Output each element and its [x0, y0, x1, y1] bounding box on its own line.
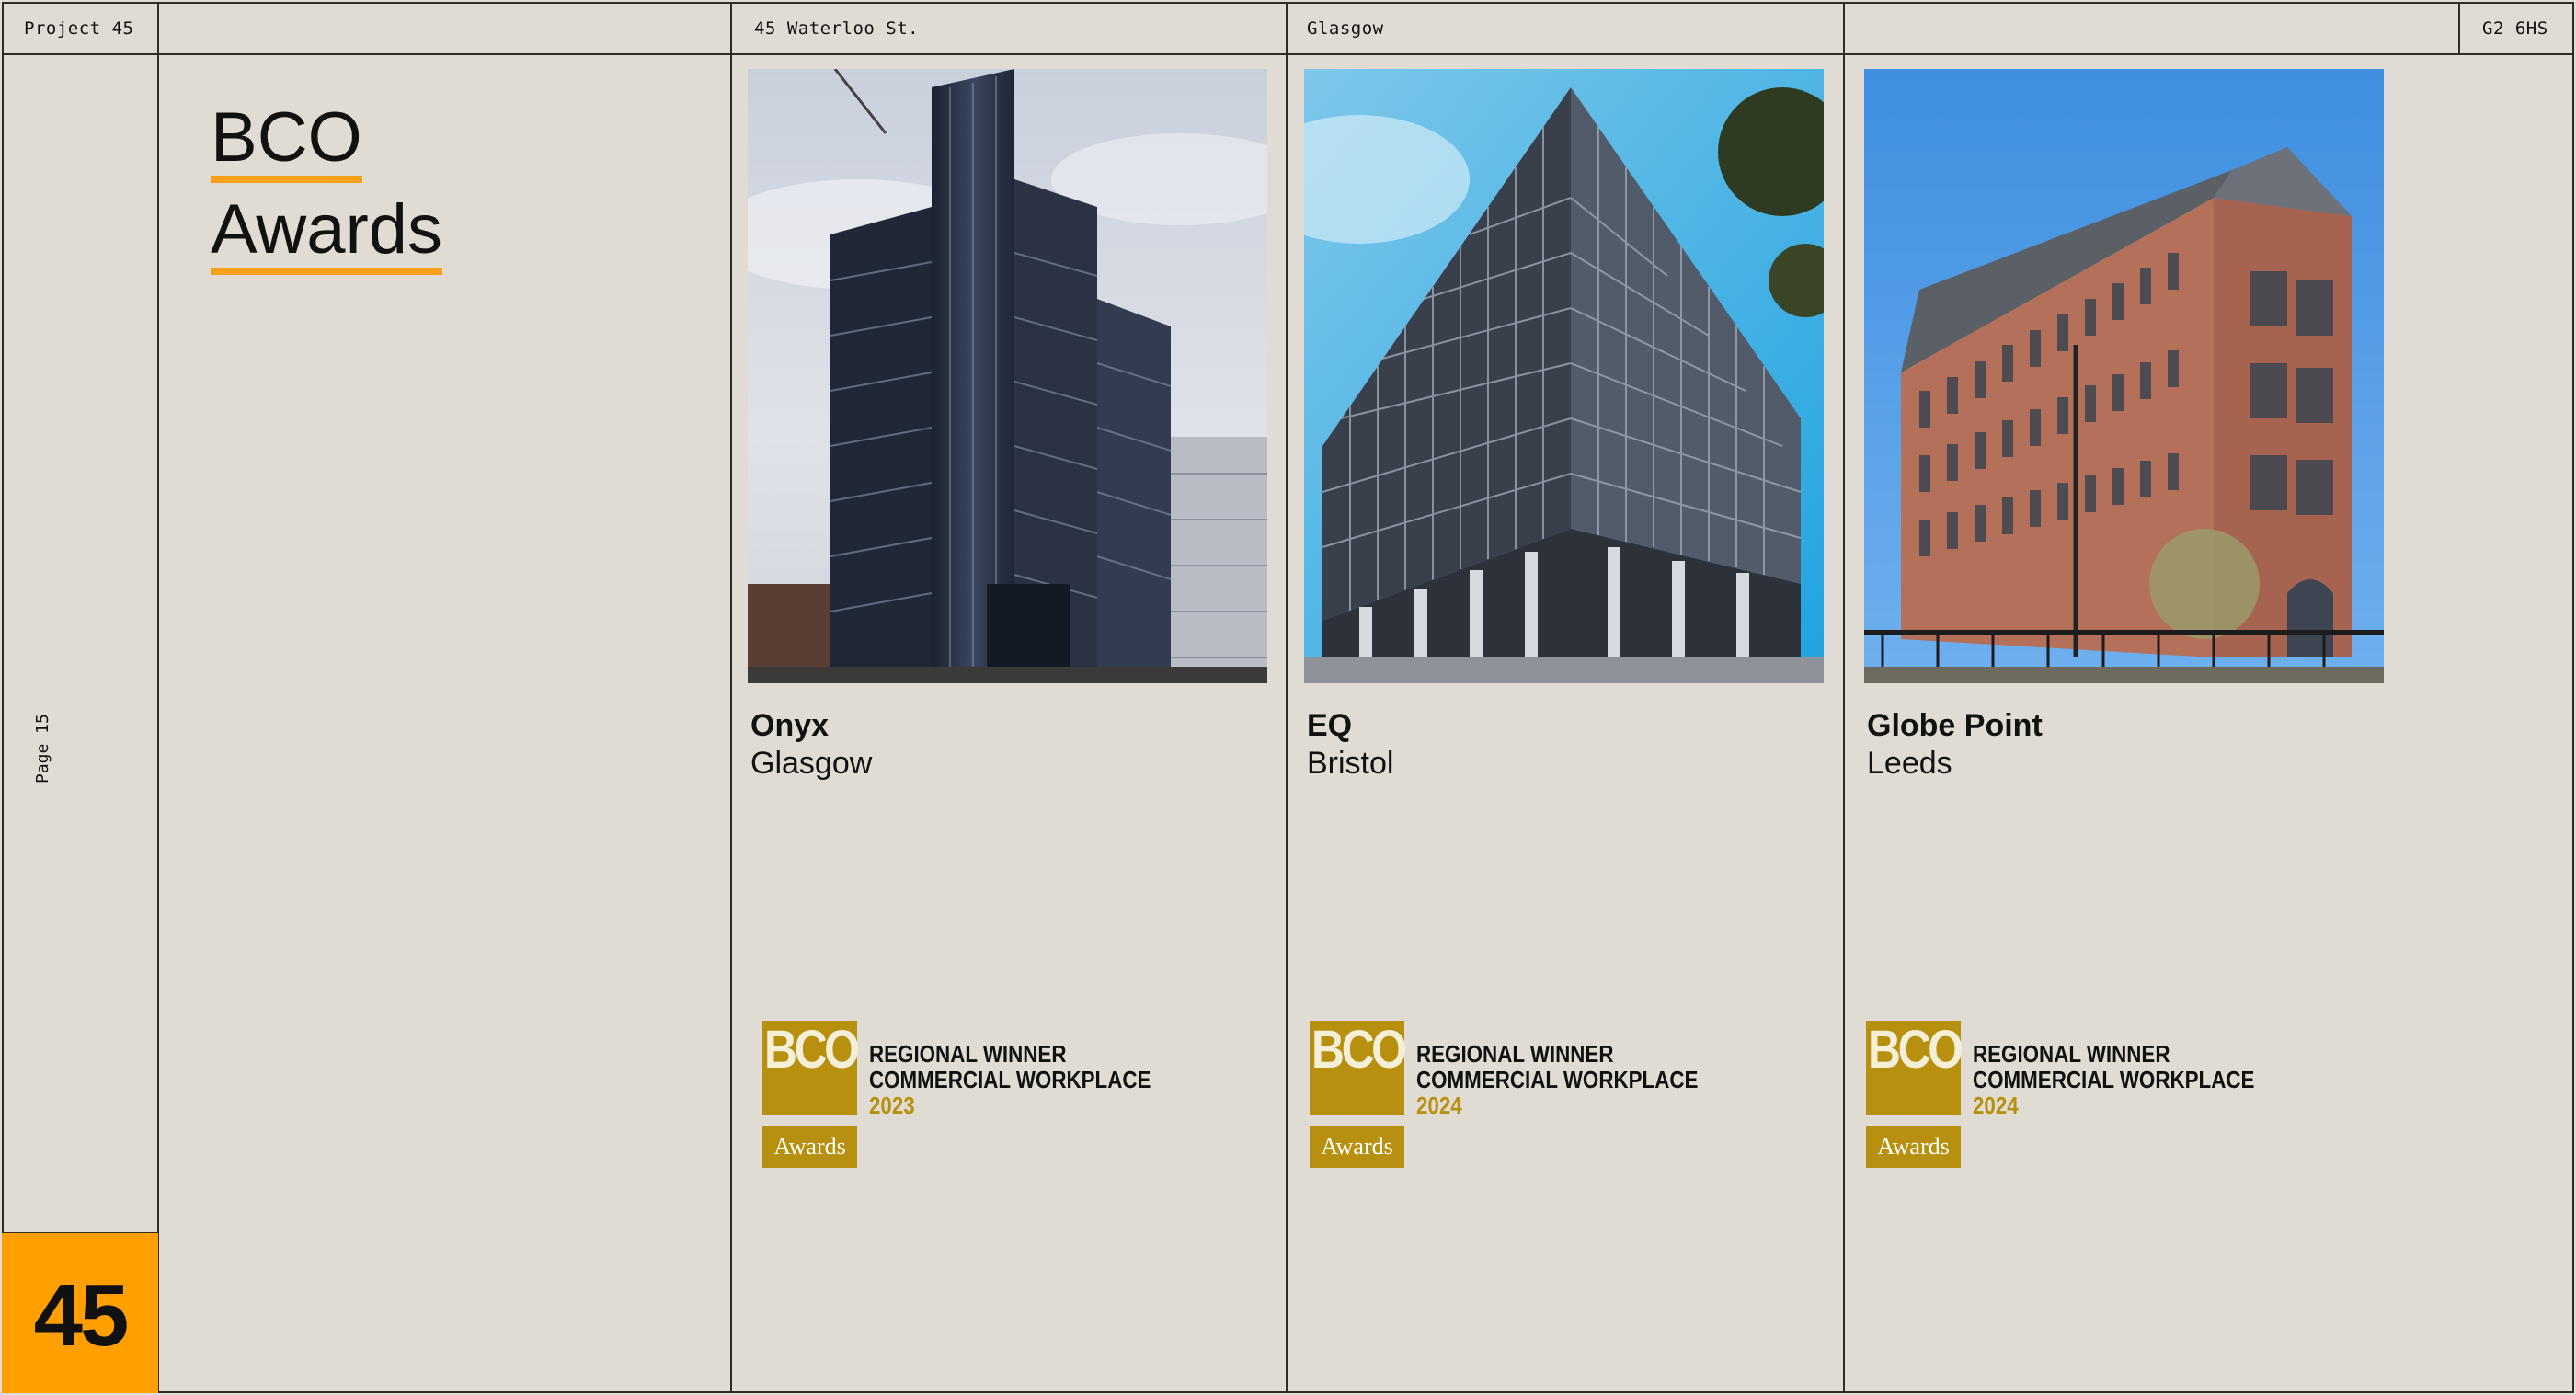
header-city: Glasgow — [1307, 18, 1384, 39]
project-name: Globe Point — [1867, 708, 2043, 743]
column-rule-4 — [1843, 2, 1845, 1393]
awards-label: Awards — [762, 1126, 857, 1168]
award-text: REGIONAL WINNER COMMERCIAL WORKPLACE 202… — [1416, 1040, 1699, 1119]
award-badge-onyx: BCO REGIONAL WINNER COMMERCIAL WORKPLACE… — [762, 1021, 1167, 1170]
project-card-eq: EQ Bristol — [1304, 69, 1824, 783]
header-address: 45 Waterloo St. — [754, 18, 920, 39]
project-photo-eq — [1304, 69, 1824, 683]
project-photo-onyx — [748, 69, 1267, 683]
column-rule-1 — [157, 2, 159, 1393]
bco-logo: BCO — [762, 1021, 860, 1115]
column-rule-3 — [1286, 2, 1288, 1393]
project-name: Onyx — [750, 708, 830, 743]
column-rule-5 — [2458, 2, 2460, 55]
award-year: 2023 — [869, 1092, 915, 1119]
column-rule-2 — [730, 2, 732, 1393]
award-badge-globe-point: BCO REGIONAL WINNER COMMERCIAL WORKPLACE… — [1866, 1021, 2271, 1170]
award-year: 2024 — [1416, 1092, 1462, 1119]
award-year: 2024 — [1973, 1092, 2019, 1119]
project-city: Leeds — [1867, 746, 1952, 781]
awards-label: Awards — [1310, 1126, 1404, 1168]
section-title-line1: BCO — [211, 92, 362, 184]
header-project: Project 45 — [24, 18, 134, 39]
section-title-line2: Awards — [211, 184, 443, 276]
building-photo — [1864, 69, 2384, 683]
project-card-globe-point: Globe Point Leeds — [1864, 69, 2384, 783]
project-photo-globe-point — [1864, 69, 2384, 683]
project-city: Glasgow — [750, 746, 873, 781]
award-text: REGIONAL WINNER COMMERCIAL WORKPLACE 202… — [869, 1040, 1151, 1119]
section-title: BCO Awards — [211, 92, 443, 276]
award-text: REGIONAL WINNER COMMERCIAL WORKPLACE 202… — [1973, 1040, 2255, 1119]
award-badge-eq: BCO REGIONAL WINNER COMMERCIAL WORKPLACE… — [1310, 1021, 1714, 1170]
header-postcode: G2 6HS — [2482, 18, 2548, 39]
header-rule — [2, 53, 2574, 55]
awards-label: Awards — [1866, 1126, 1961, 1168]
page-label: Page 15 — [33, 714, 52, 783]
page-number: 45 — [33, 1266, 130, 1365]
project-name: EQ — [1307, 708, 1353, 743]
building-photo — [748, 69, 1267, 683]
bco-logo: BCO — [1866, 1021, 1963, 1115]
building-photo — [1304, 69, 1824, 683]
bco-logo: BCO — [1310, 1021, 1407, 1115]
project-city: Bristol — [1307, 746, 1394, 781]
page-number-box: 45 — [2, 1233, 158, 1393]
project-card-onyx: Onyx Glasgow — [748, 69, 1267, 783]
